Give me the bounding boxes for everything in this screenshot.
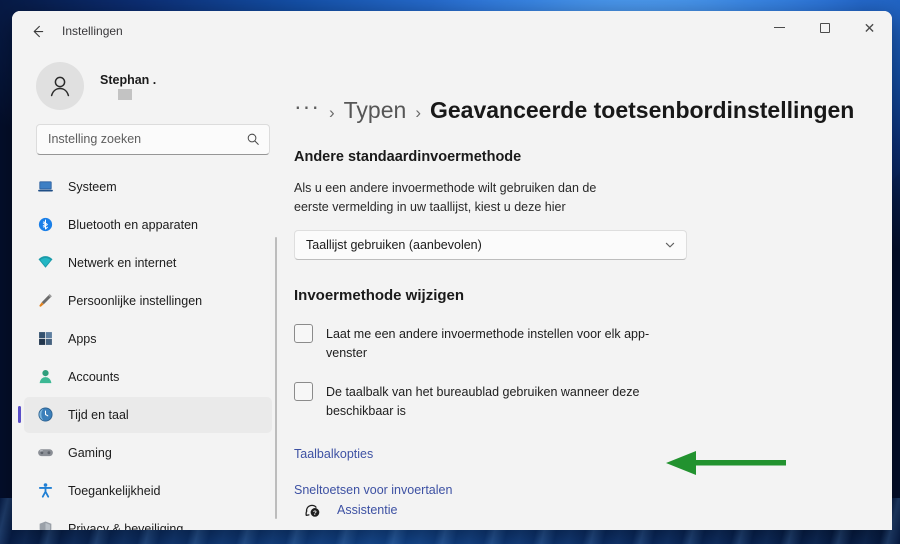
sidebar-scrollbar[interactable] <box>275 237 277 519</box>
close-icon[interactable]: ✕ <box>847 11 892 44</box>
sidebar-item-label: Persoonlijke instellingen <box>68 293 203 308</box>
search-icon <box>246 132 260 146</box>
section-description-default-input: Als u een andere invoermethode wilt gebr… <box>294 181 597 215</box>
breadcrumb: ··· › Typen › Geavanceerde toetsenbordin… <box>294 95 892 124</box>
minimize-icon[interactable] <box>757 11 802 44</box>
person-avatar-icon <box>36 62 84 111</box>
gamepad-icon <box>36 444 54 462</box>
sidebar-item-netwerk-en-internet[interactable]: Netwerk en internet <box>24 245 272 281</box>
sidebar: Stephan . Systeem Bluetooth en apparaten N… <box>12 51 284 530</box>
sidebar-item-systeem[interactable]: Systeem <box>24 169 272 205</box>
bluetooth-icon <box>36 216 54 234</box>
accessibility-person-icon <box>36 482 54 500</box>
breadcrumb-separator: › <box>328 103 335 122</box>
section-title-switch-input: Invoermethode wijzigen <box>294 286 465 304</box>
checkbox-row-per-app-window[interactable]: Laat me een andere invoermethode instell… <box>294 323 892 363</box>
search-box[interactable] <box>36 123 270 155</box>
checkbox-label-desktop-language-bar: De taalbalk van het bureaublad gebruiken… <box>326 385 640 418</box>
settings-window: Instellingen ✕ Stephan . Instelling zoek… <box>12 11 892 530</box>
dropdown-selected-value: Taallijst gebruiken (aanbevolen) <box>306 237 482 252</box>
sidebar-item-privacy-beveiliging[interactable]: Privacy & beveiliging <box>24 511 272 530</box>
assistance-link[interactable]: Assistentie <box>337 503 397 517</box>
sidebar-item-label: Toegankelijkheid <box>68 483 161 498</box>
apps-grid-icon <box>36 330 54 348</box>
app-title: Instellingen <box>62 24 123 38</box>
account-person-icon <box>36 368 54 386</box>
clock-globe-icon <box>36 406 54 424</box>
sidebar-item-tijd-en-taal[interactable]: Tijd en taal <box>18 396 272 433</box>
sidebar-item-accounts[interactable]: Accounts <box>24 359 272 395</box>
chevron-down-icon <box>664 239 676 251</box>
shield-icon <box>36 520 54 530</box>
default-input-method-dropdown[interactable]: Taallijst gebruiken (aanbevolen) <box>294 229 687 260</box>
paintbrush-icon <box>36 292 54 310</box>
sidebar-item-label: Accounts <box>68 369 120 384</box>
link-language-bar-options[interactable]: Taalbalkopties <box>294 447 373 461</box>
checkbox-row-desktop-language-bar[interactable]: De taalbalk van het bureaublad gebruiken… <box>294 382 892 421</box>
main-content: ··· › Typen › Geavanceerde toetsenbordin… <box>284 51 892 530</box>
maximize-icon[interactable] <box>802 11 847 44</box>
wifi-icon <box>36 254 54 272</box>
sidebar-item-toegankelijkheid[interactable]: Toegankelijkheid <box>24 473 272 509</box>
breadcrumb-separator-2: › <box>415 103 421 122</box>
system-laptop-icon <box>36 178 54 196</box>
breadcrumb-overflow-icon[interactable]: ··· <box>294 95 320 118</box>
window-body: Stephan . Systeem Bluetooth en apparaten N… <box>12 51 892 530</box>
sidebar-item-bluetooth-en-apparaten[interactable]: Bluetooth en apparaten <box>24 207 272 243</box>
search-input[interactable] <box>48 132 246 147</box>
back-arrow-icon[interactable] <box>22 16 52 46</box>
title-bar: Instellingen ✕ <box>12 11 892 51</box>
sidebar-item-label: Bluetooth en apparaten <box>68 217 198 232</box>
sidebar-item-label: Gaming <box>68 445 112 460</box>
breadcrumb-parent-link[interactable]: Typen <box>344 97 407 124</box>
sidebar-nav: Systeem Bluetooth en apparaten Netwerk en … <box>14 169 284 530</box>
help-question-icon: ? <box>304 502 321 519</box>
profile-email-redacted <box>118 88 132 100</box>
sidebar-item-label: Netwerk en internet <box>68 255 177 270</box>
profile-name: Stephan . <box>100 72 157 87</box>
assistance-bar: ? Assistentie <box>294 490 397 530</box>
sidebar-item-label: Tijd en taal <box>68 407 129 422</box>
sidebar-item-persoonlijke-instellingen[interactable]: Persoonlijke instellingen <box>24 283 272 319</box>
sidebar-item-apps[interactable]: Apps <box>24 321 272 357</box>
sidebar-item-gaming[interactable]: Gaming <box>24 435 272 471</box>
checkbox-per-app-window[interactable] <box>294 323 313 343</box>
window-controls: ✕ <box>757 11 892 51</box>
svg-text:?: ? <box>313 509 317 516</box>
sidebar-item-label: Privacy & beveiliging <box>68 521 184 530</box>
page-title: Geavanceerde toetsenbordinstellingen <box>429 97 855 123</box>
sidebar-item-label: Systeem <box>68 179 117 194</box>
user-profile[interactable]: Stephan . <box>14 51 284 116</box>
section-title-default-input: Andere standaardinvoermethode <box>294 149 522 165</box>
checkbox-label-per-app-window: Laat me een andere invoermethode instell… <box>326 326 650 360</box>
sidebar-item-label: Apps <box>68 331 97 346</box>
profile-text: Stephan . <box>100 73 156 100</box>
checkbox-desktop-language-bar[interactable] <box>294 382 313 402</box>
